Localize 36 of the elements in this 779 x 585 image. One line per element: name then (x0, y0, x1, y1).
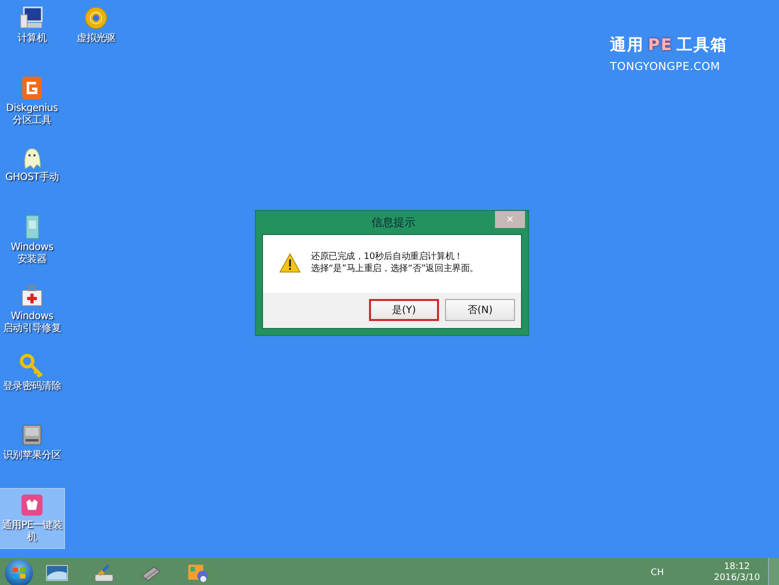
icon-label: 通用PE一键装机 (1, 520, 63, 544)
key-icon (19, 352, 45, 378)
language-indicator[interactable]: CH (650, 568, 664, 578)
icon-label: 计算机 (17, 33, 47, 45)
dialog-button[interactable]: 是(Y) (369, 299, 439, 321)
desktop-icon[interactable]: GHOST手动 (0, 141, 64, 184)
desktop-icon[interactable]: 计算机 (0, 2, 64, 45)
icon-label: 登录密码清除 (2, 380, 62, 392)
message-text: 选择“是”马上重启，选择“否”返回主界面。 (311, 263, 478, 275)
desktop-icon[interactable]: 识别苹果分区 (0, 419, 64, 462)
icon-label: Windows 启动引导修复 (2, 311, 62, 335)
desktop-icon[interactable]: Diskgenius 分区工具 (0, 72, 64, 126)
desktop-icon[interactable]: 虚拟光驱 (64, 2, 128, 45)
icon-label: GHOST手动 (5, 172, 59, 184)
desktop-icon[interactable]: 通用PE一键装机 (0, 488, 64, 548)
desktop-icon[interactable]: Windows 启动引导修复 (0, 280, 64, 335)
clock-time: 18:12 (724, 562, 750, 573)
start-button[interactable] (5, 559, 33, 585)
logo-title: 通用 PE 工具箱 (610, 35, 728, 56)
icon-label: 识别苹果分区 (2, 450, 62, 462)
app-icon (19, 492, 45, 518)
icon-label: 虚拟光驱 (76, 33, 116, 45)
icon-label: Diskgenius 分区工具 (6, 102, 58, 126)
desktop-icon[interactable]: Windows 安装器 (0, 210, 64, 266)
computer-icon (19, 5, 45, 31)
logo-subtitle: TONGYONGPE.COM (610, 60, 722, 73)
desktop-icon[interactable]: 登录密码清除 (0, 350, 64, 392)
message-text: 还原已完成，10秒后自动重启计算机！ (311, 251, 464, 263)
dialog-title: 信息提示 (370, 215, 416, 231)
warning-icon (279, 253, 301, 273)
dialog-button[interactable]: 否(N) (445, 299, 515, 321)
icon-label: Windows 安装器 (10, 242, 54, 266)
first-aid-kit-icon (19, 283, 45, 309)
clock-date: 2016/3/10 (714, 573, 760, 584)
disc-icon (83, 5, 109, 31)
close-button[interactable]: × (495, 211, 525, 228)
